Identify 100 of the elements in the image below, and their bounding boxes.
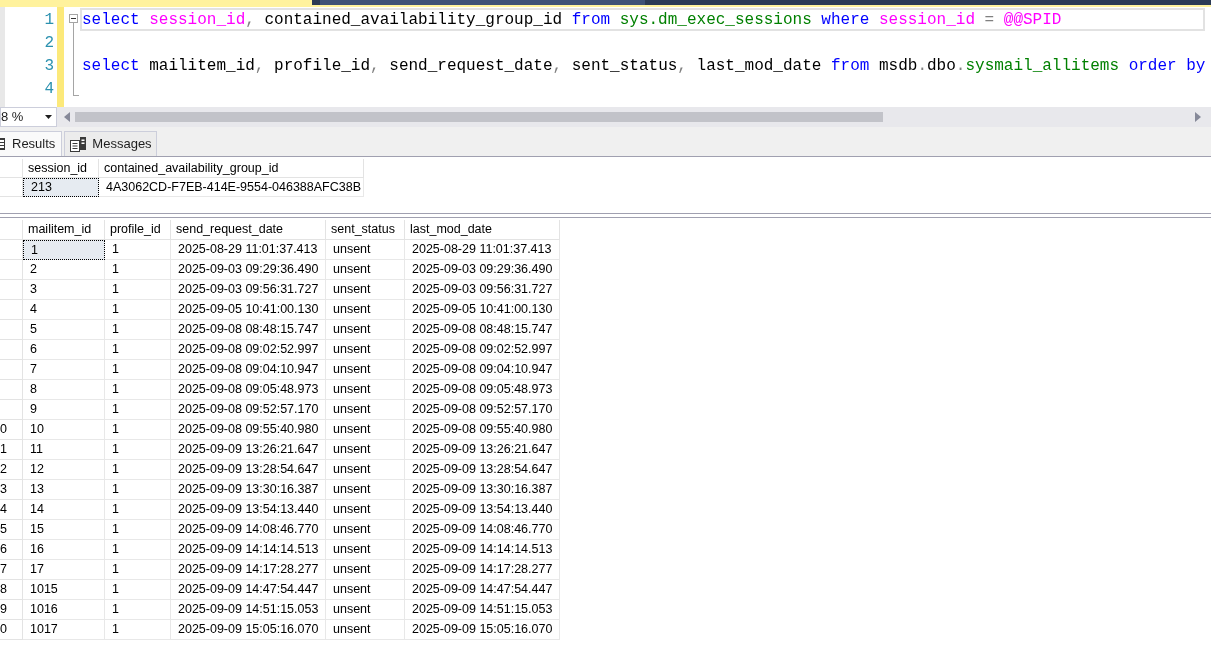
- table-cell: 1: [105, 340, 171, 360]
- table-cell: 14: [23, 500, 105, 520]
- row-header[interactable]: [0, 300, 23, 320]
- table-cell: unsent: [326, 260, 405, 280]
- zoom-dropdown[interactable]: 8 %: [0, 107, 57, 127]
- table-cell: 8: [23, 380, 105, 400]
- table-cell: 9: [23, 400, 105, 420]
- row-header[interactable]: 0: [0, 420, 23, 440]
- grid-icon: [0, 138, 6, 150]
- table-cell: 1: [105, 580, 171, 600]
- row-header[interactable]: [0, 178, 23, 197]
- row-header[interactable]: [0, 340, 23, 360]
- row-header[interactable]: [0, 320, 23, 340]
- table-cell: unsent: [326, 560, 405, 580]
- table-cell: 2025-09-08 09:02:52.997: [405, 340, 560, 360]
- row-header[interactable]: [0, 260, 23, 280]
- scrollbar-thumb[interactable]: [75, 112, 883, 122]
- table-cell: 2025-09-08 08:48:15.747: [171, 320, 326, 340]
- table-cell: 2025-08-29 11:01:37.413: [171, 240, 326, 260]
- table-cell: 1: [105, 260, 171, 280]
- table-cell: unsent: [326, 580, 405, 600]
- table-cell: 12: [23, 460, 105, 480]
- row-header[interactable]: 8: [0, 580, 23, 600]
- table-cell: unsent: [326, 320, 405, 340]
- collapse-icon[interactable]: [69, 14, 78, 23]
- grid-corner[interactable]: [0, 159, 23, 178]
- table-cell: 4A3062CD-F7EB-414E-9554-046388AFC38B: [99, 178, 364, 197]
- row-header[interactable]: 9: [0, 600, 23, 620]
- row-header[interactable]: 0: [0, 620, 23, 640]
- row-header[interactable]: [0, 400, 23, 420]
- table-cell: 1: [105, 400, 171, 420]
- table-cell: 6: [23, 340, 105, 360]
- row-header[interactable]: 3: [0, 480, 23, 500]
- table-cell: unsent: [326, 460, 405, 480]
- table-cell: 2025-09-09 14:14:14.513: [405, 540, 560, 560]
- row-header[interactable]: [0, 360, 23, 380]
- table-cell: 1: [105, 420, 171, 440]
- table-cell: 2025-09-03 09:29:36.490: [405, 260, 560, 280]
- table-cell: 1: [105, 480, 171, 500]
- table-cell: 1: [105, 280, 171, 300]
- line-number: 1: [44, 11, 54, 28]
- table-cell: 2025-09-09 14:17:28.277: [171, 560, 326, 580]
- table-cell: 17: [23, 560, 105, 580]
- table-cell: unsent: [326, 500, 405, 520]
- table-cell: 1: [23, 240, 105, 260]
- table-cell: unsent: [326, 240, 405, 260]
- table-cell: 2025-09-09 14:08:46.770: [171, 520, 326, 540]
- table-cell: 1: [105, 500, 171, 520]
- table-cell: 2025-09-08 09:52:57.170: [171, 400, 326, 420]
- row-header[interactable]: 1: [0, 440, 23, 460]
- table-cell: 2025-09-08 09:55:40.980: [171, 420, 326, 440]
- table-cell: 2025-09-08 08:48:15.747: [405, 320, 560, 340]
- table-cell: 16: [23, 540, 105, 560]
- table-cell: 2025-09-08 09:02:52.997: [171, 340, 326, 360]
- table-cell: 2025-09-09 15:05:16.070: [405, 620, 560, 640]
- document-tab[interactable]: [320, 0, 645, 5]
- table-cell: 1: [105, 560, 171, 580]
- table-cell: 2025-09-08 09:05:48.973: [405, 380, 560, 400]
- table-cell: unsent: [326, 480, 405, 500]
- table-cell: 213: [23, 178, 99, 197]
- scroll-left-arrow[interactable]: [64, 112, 70, 122]
- table-cell: 2025-09-08 09:52:57.170: [405, 400, 560, 420]
- table-cell: 2025-09-09 13:26:21.647: [405, 440, 560, 460]
- table-cell: unsent: [326, 360, 405, 380]
- row-header[interactable]: 5: [0, 520, 23, 540]
- row-header[interactable]: 7: [0, 560, 23, 580]
- row-header[interactable]: [0, 280, 23, 300]
- table-cell: 1017: [23, 620, 105, 640]
- row-header[interactable]: [0, 380, 23, 400]
- table-cell: 2025-09-03 09:29:36.490: [171, 260, 326, 280]
- line-number: 4: [44, 80, 54, 97]
- line-number: 3: [44, 57, 54, 74]
- row-header[interactable]: 4: [0, 500, 23, 520]
- table-cell: 7: [23, 360, 105, 380]
- table-cell: 2025-09-08 09:04:10.947: [405, 360, 560, 380]
- table-cell: 2025-09-09 13:30:16.387: [171, 480, 326, 500]
- table-cell: 2025-09-09 14:51:15.053: [405, 600, 560, 620]
- column-header: sent_status: [326, 220, 405, 240]
- row-header[interactable]: 6: [0, 540, 23, 560]
- results-tab[interactable]: Messages: [64, 131, 157, 156]
- row-header[interactable]: [0, 240, 23, 260]
- table-cell: 15: [23, 520, 105, 540]
- table-cell: 1: [105, 300, 171, 320]
- table-cell: unsent: [326, 440, 405, 460]
- table-cell: 10: [23, 420, 105, 440]
- grid-corner[interactable]: [0, 220, 23, 240]
- table-cell: 1: [105, 240, 171, 260]
- column-header: session_id: [23, 159, 99, 178]
- document-tab[interactable]: [0, 0, 312, 5]
- results-tab[interactable]: Results: [0, 131, 63, 156]
- table-cell: 2025-09-09 13:28:54.647: [171, 460, 326, 480]
- scroll-right-arrow[interactable]: [1195, 112, 1201, 122]
- column-header: contained_availability_group_id: [99, 159, 364, 178]
- table-cell: 2025-09-09 14:47:54.447: [171, 580, 326, 600]
- code-line[interactable]: select mailitem_id, profile_id, send_request_date, sent_status, last_mod_date from msdb.dbo.sysmail_allitems order by: [82, 57, 1206, 74]
- table-cell: 2025-09-09 13:30:16.387: [405, 480, 560, 500]
- code-line[interactable]: select session_id, contained_availability_group_id from sys.dm_exec_sessions where session_id = @@SPID: [82, 11, 1062, 28]
- row-header[interactable]: 2: [0, 460, 23, 480]
- table-cell: unsent: [326, 600, 405, 620]
- table-cell: 2025-09-09 13:26:21.647: [171, 440, 326, 460]
